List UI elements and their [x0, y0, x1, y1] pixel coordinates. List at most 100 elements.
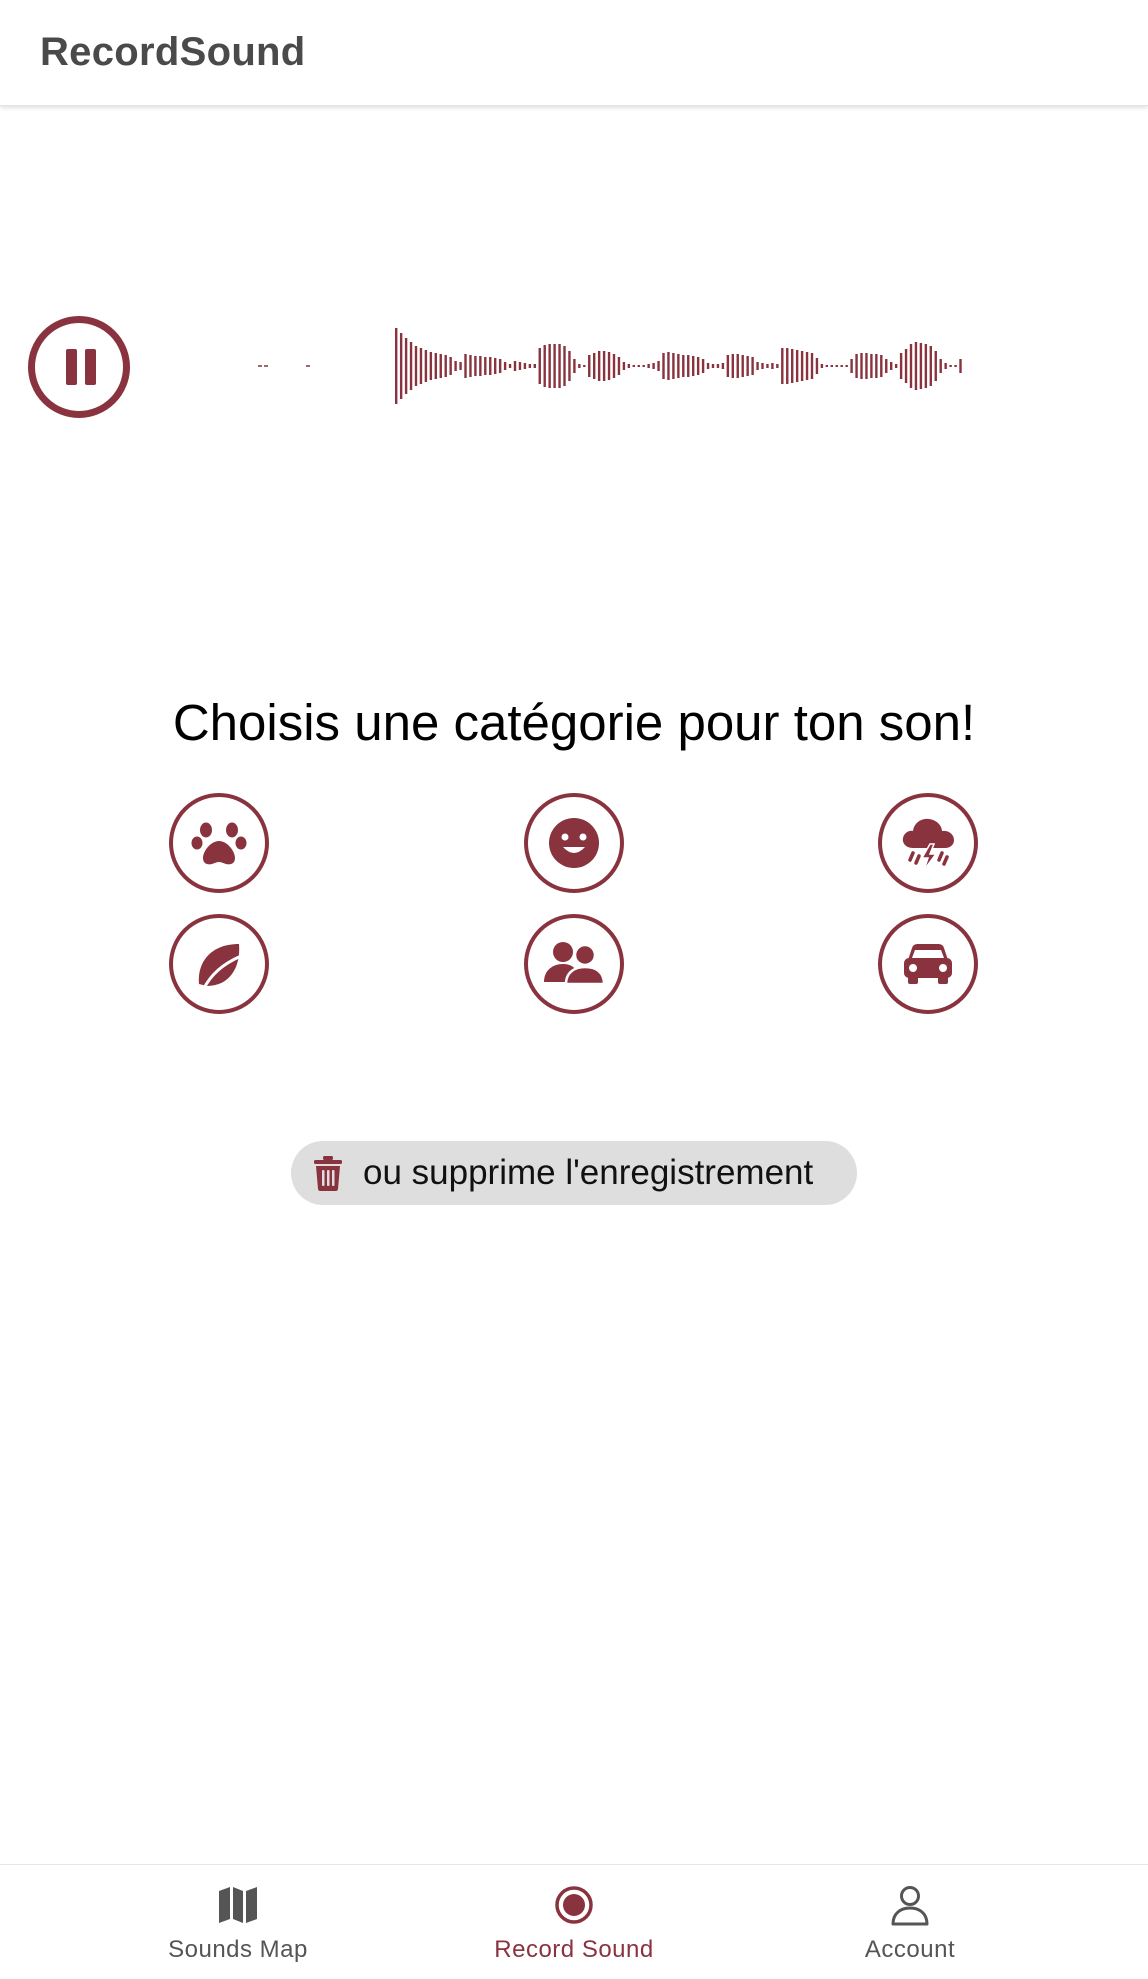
waveform-bar	[914, 342, 918, 390]
waveform-bar	[474, 356, 477, 376]
category-people-button[interactable]	[524, 914, 624, 1014]
waveform-bar	[954, 365, 957, 367]
waveform-bar	[622, 362, 626, 370]
waveform-bar	[597, 351, 601, 381]
record-icon	[555, 1886, 593, 1924]
waveform-bar	[711, 364, 715, 368]
waveform-bar	[899, 353, 903, 379]
waveform-bar	[885, 359, 888, 373]
waveform-bar	[929, 346, 932, 386]
nav-record-sound-label: Record Sound	[494, 1936, 654, 1963]
waveform-bar	[528, 364, 532, 368]
waveform-bar	[434, 353, 437, 379]
waveform-bar	[855, 354, 858, 378]
waveform-bar	[894, 364, 898, 368]
waveform-bar	[682, 355, 685, 377]
waveform-bar	[919, 343, 923, 389]
waveform-bar	[424, 350, 428, 382]
waveform-bar	[667, 352, 670, 380]
waveform-bar	[870, 354, 873, 378]
waveform-bar	[602, 351, 606, 381]
waveform-bar	[741, 355, 744, 377]
waveform-bar	[518, 362, 522, 370]
waveform-bar	[726, 355, 730, 377]
waveform-bar	[489, 357, 492, 375]
waveform-bar	[840, 365, 843, 367]
leaf-icon	[198, 944, 243, 992]
waveform-bar	[642, 365, 645, 367]
waveform-bar	[706, 363, 710, 369]
waveform-bar	[469, 355, 472, 377]
waveform-bar	[736, 354, 739, 378]
waveform-bar	[404, 338, 408, 394]
waveform-bar	[800, 351, 804, 381]
waveform-bar	[627, 364, 631, 368]
waveform-bar	[959, 359, 962, 373]
category-voice-button[interactable]	[524, 793, 624, 893]
waveform-bar	[850, 359, 853, 373]
waveform-bar	[484, 357, 487, 375]
waveform-bar	[939, 359, 942, 373]
waveform-bar	[949, 365, 952, 367]
waveform-bar	[306, 365, 310, 367]
category-weather-button[interactable]	[878, 793, 978, 893]
category-traffic-button[interactable]	[878, 914, 978, 1014]
waveform-bar	[786, 348, 789, 384]
waveform-bar	[771, 363, 774, 369]
waveform-bar	[444, 355, 447, 377]
waveform-bar	[944, 363, 947, 369]
car-icon	[904, 944, 952, 984]
waveform-bar	[716, 364, 720, 368]
waveform-bar	[815, 358, 819, 374]
category-heading: Choisis une catégorie pour ton son!	[172, 694, 976, 751]
waveform-bar	[508, 364, 512, 368]
waveform-bar	[414, 346, 418, 386]
waveform-bar	[766, 364, 769, 368]
users-icon	[544, 942, 606, 986]
waveform-bar	[845, 365, 848, 367]
nav-account-label: Account	[864, 1936, 956, 1963]
person-icon	[891, 1886, 929, 1926]
waveform-bar	[578, 364, 581, 368]
waveform-bar	[399, 333, 403, 399]
waveform-bar	[662, 353, 665, 379]
waveform-bar	[548, 344, 551, 388]
waveform-bar	[553, 344, 556, 388]
waveform-bar	[890, 362, 893, 370]
waveform-bar	[825, 365, 829, 367]
waveform-bar	[860, 353, 863, 379]
waveform-bar	[657, 361, 660, 371]
waveform-bar	[909, 344, 913, 388]
smile-icon	[549, 818, 599, 868]
waveform-bar	[439, 354, 442, 378]
category-nature-button[interactable]	[169, 914, 269, 1014]
app-title: RecordSound	[40, 30, 306, 74]
delete-recording-label: ou supprime l'enregistrement	[363, 1153, 814, 1192]
waveform-bar	[494, 358, 497, 374]
waveform-bar	[835, 365, 838, 367]
waveform-bar	[459, 362, 462, 370]
waveform-bar	[672, 353, 675, 379]
waveform-bar	[479, 356, 482, 376]
waveform-bar	[781, 348, 784, 384]
waveform-bar	[449, 357, 452, 375]
waveform-bar	[258, 365, 262, 367]
nav-sounds-map-label: Sounds Map	[168, 1936, 308, 1963]
waveform-bar	[607, 352, 611, 380]
waveform-bar	[612, 354, 616, 378]
nav-account[interactable]: Account	[742, 1865, 1078, 1979]
waveform-bar	[791, 349, 794, 383]
nav-record-sound[interactable]: Record Sound	[406, 1865, 742, 1979]
category-animals-button[interactable]	[169, 793, 269, 893]
nav-sounds-map[interactable]: Sounds Map	[70, 1865, 406, 1979]
waveform-bar	[746, 356, 749, 376]
delete-recording-button[interactable]: ou supprime l'enregistrement	[291, 1141, 857, 1205]
waveform-bar	[687, 355, 690, 377]
waveform-bar	[701, 359, 705, 373]
pause-button[interactable]	[28, 316, 130, 418]
waveform-bar	[756, 362, 759, 370]
paw-icon	[191, 822, 247, 865]
waveform-bar	[934, 351, 937, 381]
waveform-bar	[588, 355, 591, 377]
waveform-bar	[523, 363, 527, 369]
